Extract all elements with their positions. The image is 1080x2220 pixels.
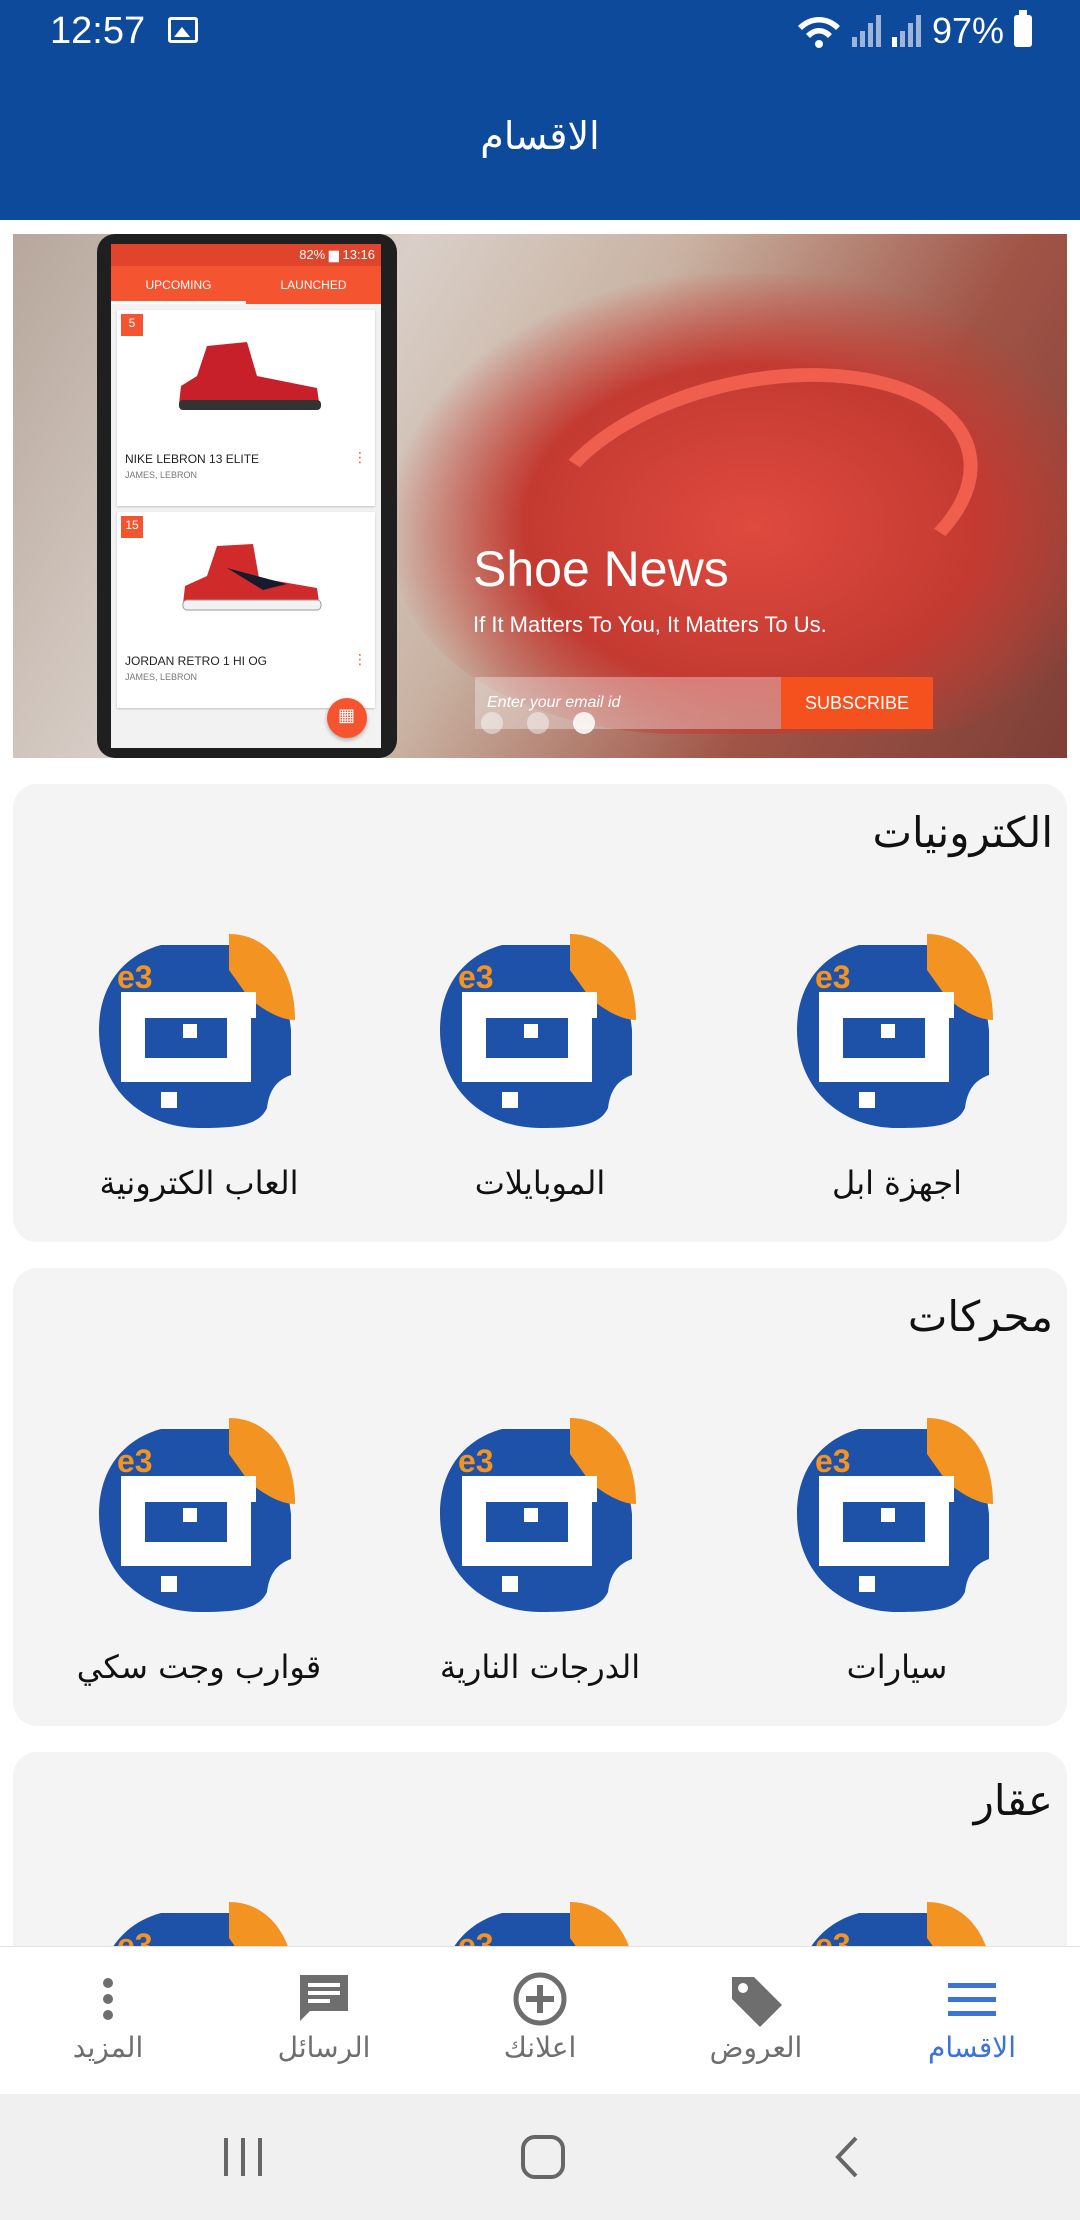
sneaker-image (179, 342, 321, 410)
phone-card-name: JORDAN RETRO 1 HI OG (125, 654, 268, 668)
svg-text:e3: e3 (458, 1443, 494, 1479)
nav-label: العروض (709, 2031, 803, 2064)
phone-tabs: UPCOMING LAUNCHED (111, 266, 381, 304)
phone-mockup: 82% ▆ 13:16 UPCOMING LAUNCHED 5 NIKE LEB… (97, 234, 397, 758)
category-label: العاب الكترونية (99, 1164, 299, 1202)
carousel-dot[interactable] (481, 712, 503, 734)
phone-card-name: NIKE LEBRON 13 ELITE (125, 452, 260, 466)
tag-icon (732, 1977, 782, 2027)
bottom-navigation: المزيد الرسائل اعلانك العروض الاقسام (0, 1946, 1080, 2095)
nav-more[interactable]: المزيد (0, 1947, 216, 2095)
tabee-logo-icon: e3 (440, 1414, 640, 1614)
section-vehicles: محركات e3 سيارات e3 الدرجات النارية e3 ق… (13, 1268, 1067, 1726)
phone-card: 5 NIKE LEBRON 13 ELITE JAMES, LEBRON ⋮ (117, 310, 375, 506)
status-bar: 12:57 97% (0, 0, 1080, 64)
category-cars[interactable]: e3 سيارات (727, 1414, 1067, 1686)
svg-text:e3: e3 (117, 1443, 153, 1479)
phone-card-sub: JAMES, LEBRON (125, 470, 198, 480)
svg-text:e3: e3 (815, 959, 851, 995)
svg-text:e3: e3 (815, 1443, 851, 1479)
phone-card-sub: JAMES, LEBRON (125, 672, 198, 682)
section-title: محركات (907, 1292, 1053, 1341)
phone-status: 82% ▆ 13:16 (111, 244, 381, 266)
nav-offers[interactable]: العروض (648, 1947, 864, 2095)
phone-card: 15 JORDAN RETRO 1 HI OG JAMES, LEBRON ⋮ (117, 512, 375, 708)
category-video-games[interactable]: e3 العاب الكترونية (29, 930, 369, 1202)
grid-fab-icon (327, 698, 367, 738)
recent-apps-icon[interactable] (222, 2136, 264, 2178)
category-label: الدرجات النارية (439, 1648, 641, 1686)
banner-title: Shoe News (473, 541, 729, 597)
signal-icon-2 (891, 15, 921, 47)
phone-tab-launched: LAUNCHED (280, 278, 347, 292)
system-navigation-bar (0, 2094, 1080, 2220)
tabee-logo-icon: e3 (440, 930, 640, 1130)
category-label: قوارب وجت سكي (76, 1648, 322, 1686)
phone-tab-upcoming: UPCOMING (111, 266, 246, 304)
category-label: اجهزة ابل (831, 1164, 963, 1202)
nav-categories[interactable]: الاقسام (864, 1947, 1080, 2095)
carousel-indicators (481, 712, 595, 734)
phone-card-menu-icon: ⋮ (353, 450, 367, 466)
phone-card-menu-icon: ⋮ (353, 652, 367, 668)
carousel-dot-active[interactable] (573, 712, 595, 734)
status-time: 12:57 (50, 10, 146, 52)
banner-subscribe-button: SUBSCRIBE (781, 677, 933, 729)
signal-icon (851, 15, 881, 47)
phone-card-date: 5 (121, 314, 143, 336)
category-label: الموبايلات (474, 1164, 606, 1202)
carousel-dot[interactable] (527, 712, 549, 734)
category-mobiles[interactable]: e3 الموبايلات (370, 930, 710, 1202)
category-label: سيارات (846, 1648, 948, 1686)
nav-label: المزيد (72, 2031, 144, 2064)
page-title: الاقسام (480, 114, 600, 158)
nav-messages[interactable]: الرسائل (216, 1947, 432, 2095)
sneaker-image (182, 544, 322, 611)
section-title: الكترونيات (872, 808, 1054, 857)
chat-icon (300, 1975, 348, 2021)
more-vertical-icon (103, 1978, 113, 2020)
phone-screen: 82% ▆ 13:16 UPCOMING LAUNCHED 5 NIKE LEB… (111, 244, 381, 748)
category-motorcycles[interactable]: e3 الدرجات النارية (370, 1414, 710, 1686)
section-title: عقار (973, 1776, 1053, 1825)
section-electronics: الكترونيات e3 اجهزة ابل e3 الموبايلات e3… (13, 784, 1067, 1242)
nav-label: الرسائل (277, 2031, 371, 2064)
tabee-logo-icon: e3 (797, 1414, 997, 1614)
tabee-logo-icon: e3 (797, 930, 997, 1130)
phone-card-date: 15 (121, 516, 143, 538)
battery-icon (1014, 10, 1032, 47)
status-right-group: 97% (796, 10, 1032, 52)
tabee-logo-icon: e3 (99, 930, 299, 1130)
wifi-icon (797, 17, 840, 48)
app-bar: الاقسام (0, 64, 1080, 220)
promo-banner[interactable]: 82% ▆ 13:16 UPCOMING LAUNCHED 5 NIKE LEB… (13, 234, 1067, 758)
svg-text:e3: e3 (458, 959, 494, 995)
battery-percent: 97% (931, 10, 1004, 51)
svg-text:e3: e3 (117, 959, 153, 995)
banner-subtitle: If It Matters To You, It Matters To Us. (473, 612, 827, 637)
nav-post-ad[interactable]: اعلانك (432, 1947, 648, 2095)
home-icon[interactable] (520, 2134, 566, 2180)
add-circle-icon (513, 1972, 567, 2026)
tabee-logo-icon: e3 (99, 1414, 299, 1614)
back-icon[interactable] (832, 2134, 862, 2180)
nav-label: الاقسام (928, 2031, 1016, 2064)
category-boats-jetski[interactable]: e3 قوارب وجت سكي (29, 1414, 369, 1686)
nav-label: اعلانك (503, 2031, 577, 2064)
category-apple-devices[interactable]: e3 اجهزة ابل (727, 930, 1067, 1202)
menu-icon (948, 1983, 996, 2016)
image-notification-icon (168, 17, 198, 43)
